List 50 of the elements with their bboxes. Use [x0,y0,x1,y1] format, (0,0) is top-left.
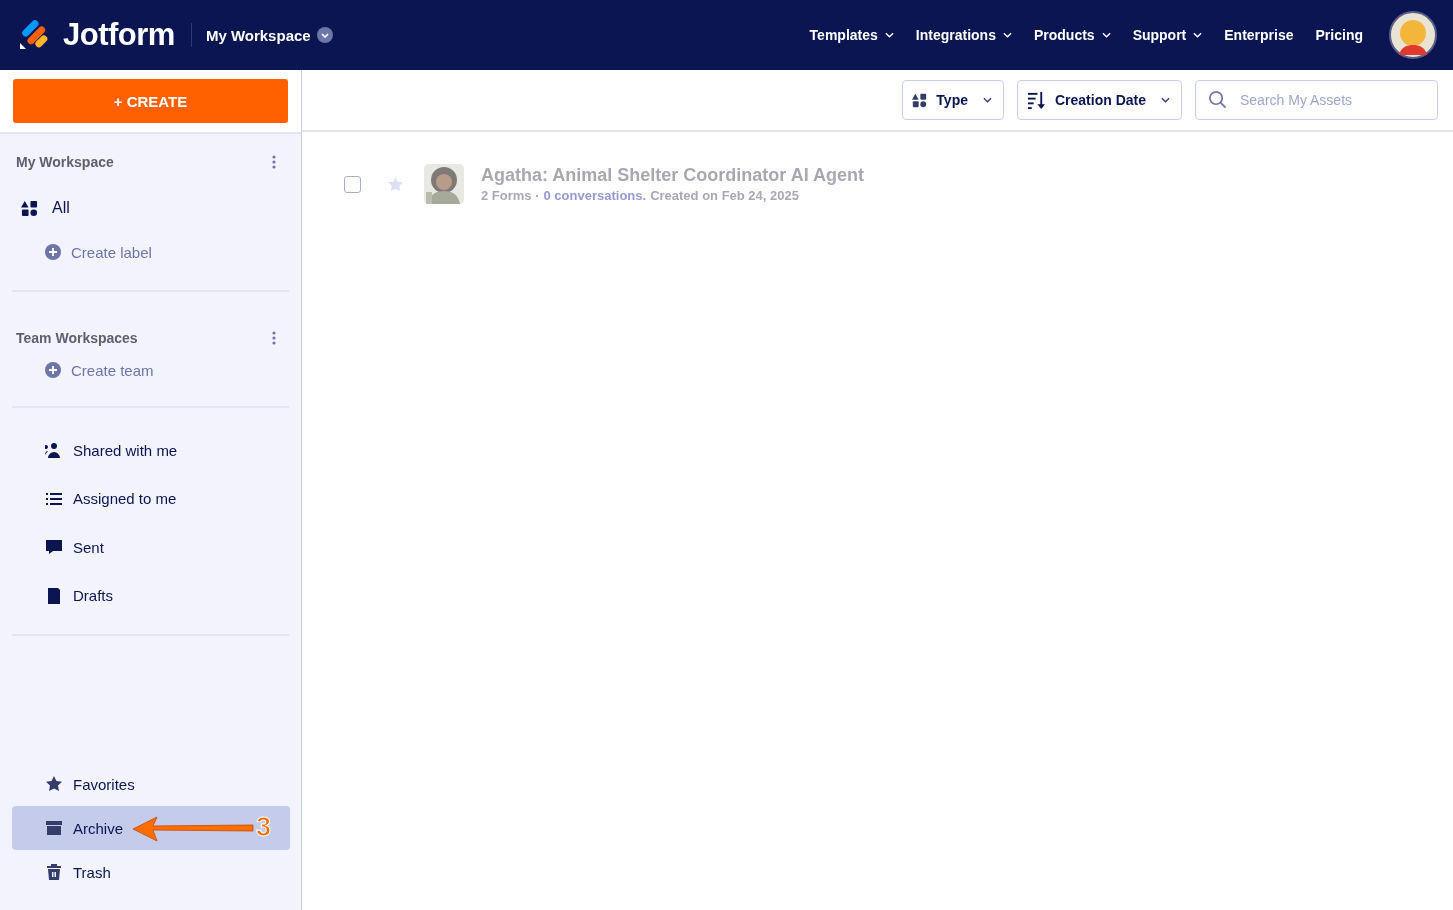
sidebar-item[interactable]: Favorites [12,762,290,806]
plus-icon [45,244,61,260]
more-options-icon[interactable] [272,155,276,169]
type-filter-dropdown[interactable]: Type [902,80,1004,120]
sidebar-item[interactable]: Drafts [12,571,125,620]
forms-count: 2 Forms · [481,188,540,203]
sort-dropdown[interactable]: Creation Date [1016,80,1182,120]
shapes-icon [912,92,928,108]
created-date: Created on Feb 24, 2025 [650,188,799,203]
step-number: 3 [256,812,272,843]
sort-icon [1026,90,1046,110]
sidebar-item[interactable]: Assigned to me [12,474,189,523]
nav-link[interactable]: Support [1132,27,1203,43]
logo-wordmark[interactable]: Jotform [63,17,175,53]
chevron-icon [1161,97,1170,103]
checkbox[interactable] [344,175,361,193]
sidebar-item[interactable]: Sent [12,523,116,572]
menu-item-icon [45,586,63,605]
shapes-icon [21,199,38,217]
section-title: Team Workspaces [16,330,138,346]
star-icon[interactable] [387,175,404,193]
menu-item-icon [45,538,63,557]
nav-link[interactable]: Templates [809,27,894,43]
sidebar-item[interactable]: Trash [12,850,290,894]
section-title: My Workspace [16,154,114,170]
menu-item-icon [45,819,63,837]
create-team-button[interactable]: Create team [12,348,289,392]
search-field[interactable]: Search My Assets [1195,80,1438,120]
avatar[interactable] [1389,11,1437,59]
nav-link[interactable]: Enterprise [1224,27,1294,43]
workspace-switcher[interactable]: My Workspace [205,26,333,44]
menu-item-icon [45,775,63,793]
nav-link[interactable]: Integrations [915,27,1012,43]
sidebar-item[interactable]: All [12,186,289,230]
more-options-icon[interactable] [272,331,276,345]
chevron-icon [1101,32,1111,38]
nav-link[interactable]: Products [1033,27,1111,43]
search-icon [1208,90,1227,109]
menu-item-icon [45,863,63,881]
create-label-button[interactable]: Create label [12,230,289,274]
sidebar-item[interactable]: Shared with me [12,426,190,475]
chevron-icon [1002,32,1012,38]
plus-icon [45,362,61,378]
menu-item-icon [45,441,63,460]
caret-icon [316,27,333,43]
logo-icon[interactable] [19,19,49,51]
chevron-icon [1193,32,1203,38]
chevron-icon [982,97,992,103]
nav-link[interactable]: Pricing [1315,27,1363,43]
chevron-icon [884,32,894,38]
